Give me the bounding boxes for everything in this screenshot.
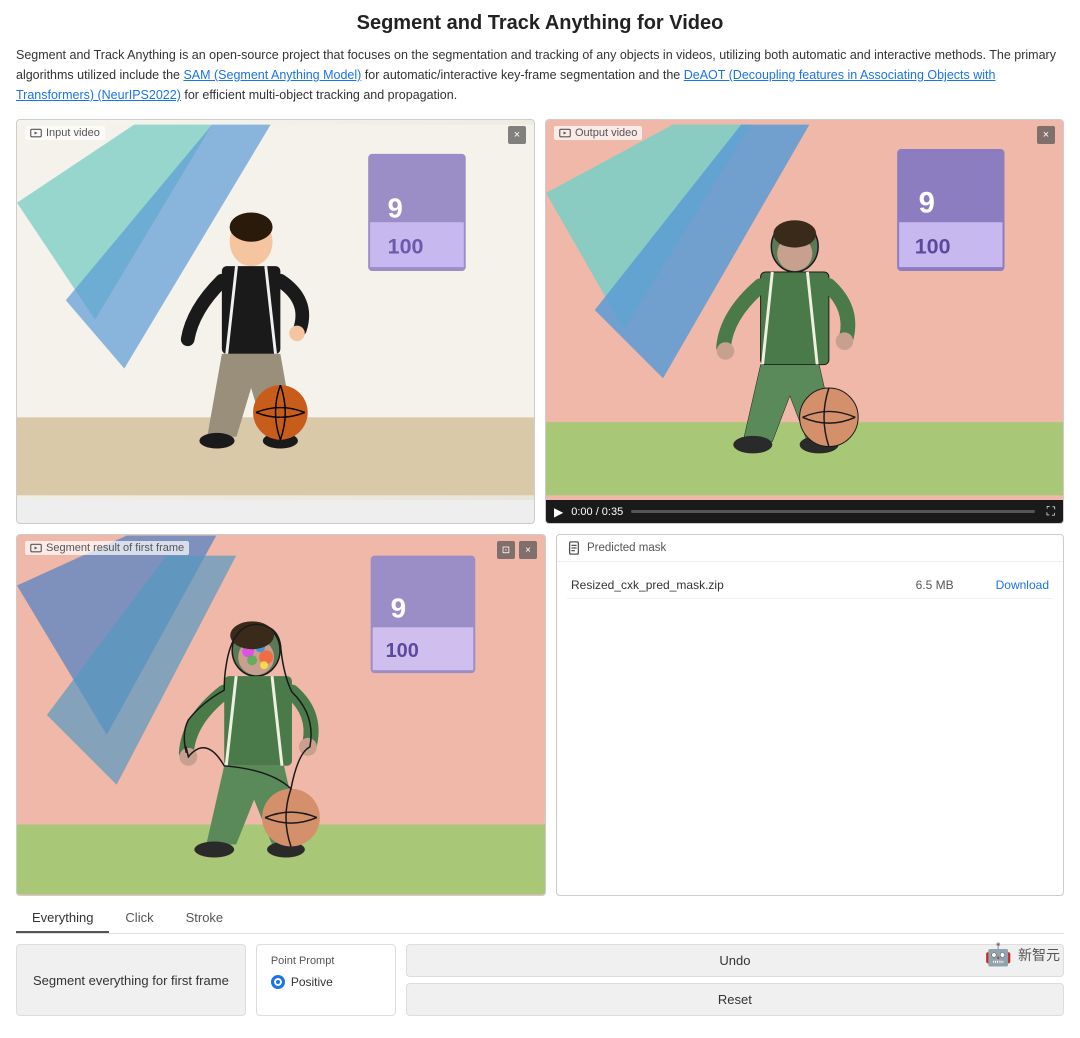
segment-result-panel: Segment result of first frame ⊡ ×: [16, 534, 546, 896]
positive-radio[interactable]: Positive: [271, 975, 381, 989]
segment-panel-close[interactable]: ×: [519, 541, 537, 559]
description: Segment and Track Anything is an open-so…: [16, 45, 1064, 105]
download-link[interactable]: Download: [996, 578, 1049, 592]
predicted-mask-header: Predicted mask: [557, 535, 1063, 562]
positive-label: Positive: [291, 975, 333, 989]
fullscreen-button[interactable]: ⛶: [1047, 504, 1055, 519]
svg-text:9: 9: [919, 187, 935, 219]
watermark-text: 新智元: [1018, 945, 1060, 965]
watermark-icon: 🤖: [985, 942, 1012, 968]
video-controls: ▶ 0:00 / 0:35 ⛶: [546, 500, 1063, 523]
svg-text:9: 9: [391, 592, 407, 623]
output-video-panel: Output video × 9 100: [545, 119, 1064, 524]
tab-stroke[interactable]: Stroke: [170, 904, 240, 933]
tabs: Everything Click Stroke: [16, 904, 1064, 934]
output-video-scene: 9 100: [546, 120, 1063, 500]
tab-click[interactable]: Click: [109, 904, 169, 933]
progress-bar[interactable]: [631, 510, 1034, 513]
play-button[interactable]: ▶: [554, 505, 563, 519]
sam-link[interactable]: SAM (Segment Anything Model): [183, 68, 361, 82]
svg-text:100: 100: [388, 234, 424, 258]
segment-panel-icons: ⊡ ×: [497, 541, 537, 559]
watermark: 🤖 新智元: [985, 942, 1060, 968]
output-video-label: Output video: [554, 126, 642, 140]
input-video-close[interactable]: ×: [508, 126, 526, 144]
segment-panel-resize[interactable]: ⊡: [497, 541, 515, 559]
output-video-close[interactable]: ×: [1037, 126, 1055, 144]
svg-text:9: 9: [388, 192, 403, 223]
segment-everything-button[interactable]: Segment everything for first frame: [16, 944, 246, 1016]
point-prompt-label: Point Prompt: [271, 955, 381, 967]
point-prompt-panel: Point Prompt Positive: [256, 944, 396, 1016]
time-display: 0:00 / 0:35: [571, 506, 623, 518]
page-title: Segment and Track Anything for Video: [16, 12, 1064, 35]
segment-result-scene: 9 100: [17, 535, 545, 895]
svg-text:100: 100: [915, 234, 951, 258]
action-buttons: Undo Reset: [406, 944, 1064, 1016]
input-video-label: Input video: [25, 126, 105, 140]
predicted-mask-panel: Predicted mask Resized_cxk_pred_mask.zip…: [556, 534, 1064, 896]
input-video-panel: Input video × 9: [16, 119, 535, 524]
tab-everything[interactable]: Everything: [16, 904, 109, 933]
radio-dot-positive: [271, 975, 285, 989]
segment-result-label: Segment result of first frame: [25, 541, 189, 555]
file-row: Resized_cxk_pred_mask.zip 6.5 MB Downloa…: [567, 572, 1053, 599]
undo-button[interactable]: Undo: [406, 944, 1064, 977]
svg-text:100: 100: [386, 640, 419, 662]
input-video-scene: 9 100: [17, 120, 534, 500]
file-name: Resized_cxk_pred_mask.zip: [571, 578, 916, 592]
file-size: 6.5 MB: [916, 578, 996, 592]
